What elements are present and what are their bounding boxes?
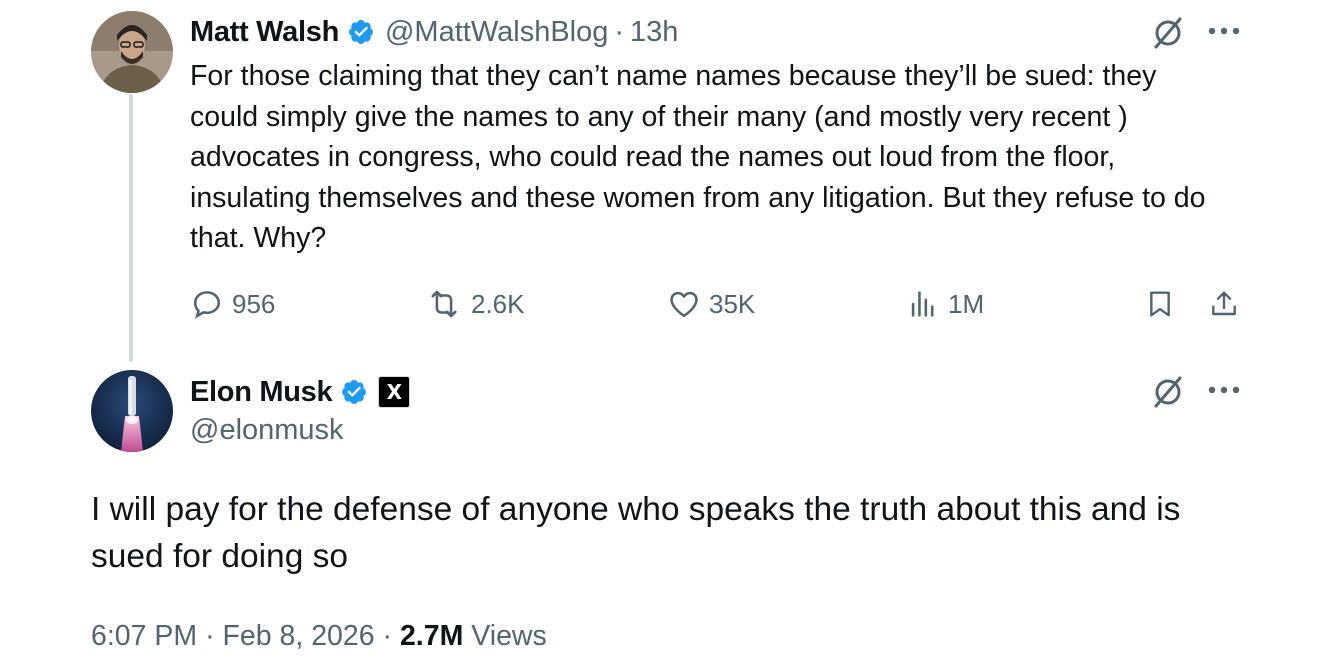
reply-icon [193, 291, 221, 319]
like-count: 35K [709, 288, 756, 319]
repost-button[interactable]: 2.6K [425, 286, 525, 322]
more-options-icon[interactable] [1207, 385, 1241, 395]
share-button[interactable] [1208, 287, 1240, 321]
repost-count: 2.6K [471, 288, 525, 319]
analytics-icon [911, 291, 934, 317]
x-logo-icon: X [386, 380, 403, 404]
avatar-elon-musk[interactable] [91, 370, 173, 452]
verified-badge-icon [340, 378, 368, 406]
more-options-icon[interactable] [1207, 26, 1241, 36]
author-handle[interactable]: @elonmusk [190, 414, 344, 447]
avatar-image [91, 11, 173, 93]
author-name[interactable]: Elon Musk [190, 376, 333, 409]
main-tweet-text: I will pay for the defense of anyone who… [91, 491, 1181, 575]
reply-count: 956 [232, 288, 276, 319]
avatar-matt-walsh[interactable] [91, 11, 173, 93]
tweet-time[interactable]: 6:07 PM [91, 620, 197, 652]
main-tweet-header: Elon Musk X [190, 372, 411, 412]
separator-dot: · [614, 15, 625, 48]
separator-dot: · [382, 620, 393, 652]
views-button[interactable]: 1M [906, 286, 984, 322]
author-handle[interactable]: @MattWalshBlog [385, 16, 608, 49]
separator-dot: · [205, 620, 215, 652]
bookmark-icon [1150, 291, 1170, 317]
tweet-meta: 6:07 PM · Feb 8, 2026 · 2.7M Views [91, 620, 547, 653]
avatar-image [91, 370, 173, 452]
author-name[interactable]: Matt Walsh [190, 16, 339, 49]
bookmark-button[interactable] [1144, 287, 1176, 321]
affiliate-badge[interactable]: X [378, 376, 411, 408]
thread-connector-line [129, 94, 133, 362]
verified-badge-icon [347, 18, 375, 46]
reply-button[interactable]: 956 [190, 286, 275, 322]
like-button[interactable]: 35K [667, 286, 755, 322]
views-count: 1M [948, 288, 985, 319]
tweet-age[interactable]: 13h [630, 16, 678, 49]
heart-icon [670, 291, 698, 318]
grok-icon[interactable] [1151, 375, 1185, 409]
share-icon [1212, 291, 1236, 316]
quoted-tweet-text: For those claiming that they can’t name … [190, 60, 1206, 254]
grok-icon[interactable] [1151, 16, 1185, 50]
views-label: Views [471, 620, 547, 652]
views-count: 2.7M [399, 620, 464, 652]
repost-icon [431, 290, 457, 318]
quoted-tweet-header: Matt Walsh @MattWalshBlog · 13h [190, 12, 678, 52]
tweet-date[interactable]: Feb 8, 2026 [222, 620, 374, 652]
